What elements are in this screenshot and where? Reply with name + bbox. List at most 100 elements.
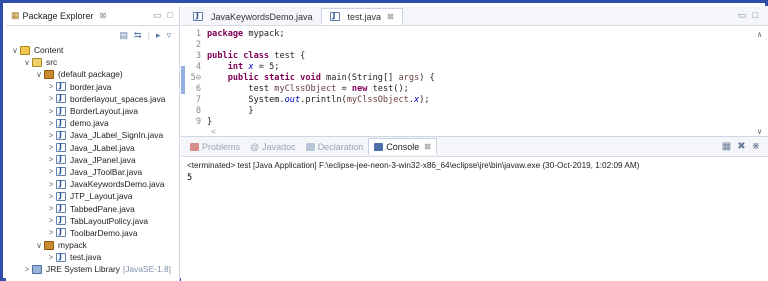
java-file-icon: [56, 215, 66, 226]
minimize-icon[interactable]: ▭: [738, 10, 747, 21]
remove-all-icon[interactable]: ⋇: [752, 141, 760, 152]
tree-item[interactable]: > demo.java: [6, 117, 179, 129]
chevron-right-icon[interactable]: >: [46, 167, 56, 176]
code-line[interactable]: 1 package mypack;: [181, 28, 285, 39]
tree-item[interactable]: > TabLayoutPolicy.java: [6, 215, 179, 227]
package-icon: [44, 240, 54, 250]
code-line[interactable]: 4 int x = 5;: [181, 61, 280, 72]
bottom-tabbar: Problems @ Javadoc Declaration Console ⊠ ▦ ✖ …: [181, 137, 768, 157]
editor-tab[interactable]: test.java ⊠: [320, 8, 403, 25]
tree-item[interactable]: > Java_JLabel.java: [6, 142, 179, 154]
java-file-icon: [56, 252, 66, 262]
code-line[interactable]: 9}: [181, 116, 212, 127]
maximize-icon[interactable]: □: [168, 10, 173, 21]
chevron-right-icon[interactable]: >: [46, 119, 56, 128]
scroll-down-icon[interactable]: ∨: [757, 127, 762, 136]
code-line[interactable]: 3 public class test {: [181, 50, 306, 61]
tree-item[interactable]: > BorderLayout.java: [6, 105, 179, 117]
package-explorer-tab[interactable]: ▦ Package Explorer ⊠: [11, 10, 106, 21]
tree-item-label: (default package): [58, 69, 123, 80]
tree-item[interactable]: > TabbedPane.java: [6, 202, 179, 214]
javadoc-tab[interactable]: @ Javadoc: [245, 138, 301, 155]
chevron-right-icon[interactable]: >: [46, 192, 56, 201]
tree-item[interactable]: > Java_JPanel.java: [6, 154, 179, 166]
close-icon[interactable]: ⊠: [424, 142, 431, 151]
tree-item[interactable]: > JRE System Library [JavaSE-1.8]: [6, 263, 179, 275]
chevron-right-icon[interactable]: >: [46, 228, 56, 237]
tree-item[interactable]: ∨ Content: [6, 44, 179, 56]
package-explorer-tabbar: ▦ Package Explorer ⊠ ▭ □: [6, 6, 179, 26]
package-explorer-toolbar: ▤ ⇆ | ▸ ▿: [6, 26, 179, 44]
remove-terminated-icon[interactable]: ✖: [737, 141, 745, 152]
tree-item-label: Java_JLabel_SignIn.java: [70, 130, 164, 141]
code-line[interactable]: 6 test myClssObject = new test();: [181, 83, 409, 94]
tree-item-label: JavaKeywordsDemo.java: [70, 179, 165, 190]
code-line[interactable]: 2: [181, 39, 207, 50]
chevron-right-icon[interactable]: >: [46, 107, 56, 116]
tree-item[interactable]: > JTP_Layout.java: [6, 190, 179, 202]
code-line[interactable]: 5⊖ public static void main(String[] args…: [181, 72, 435, 83]
java-file-icon: [56, 166, 66, 177]
console-output[interactable]: 5: [181, 170, 768, 186]
minimize-icon[interactable]: ▭: [153, 10, 162, 21]
line-number: 8: [195, 105, 201, 116]
tree-item[interactable]: ∨ (default package): [6, 68, 179, 80]
chevron-down-icon[interactable]: ∨: [34, 241, 44, 250]
chevron-right-icon[interactable]: >: [46, 180, 56, 189]
console-controls: ▦ ✖ ⋇: [722, 141, 768, 152]
tab-label: Problems: [202, 141, 241, 152]
tree-item[interactable]: > JavaKeywordsDemo.java: [6, 178, 179, 190]
close-icon[interactable]: ⊠: [100, 11, 107, 20]
console-tab[interactable]: Console ⊠: [368, 138, 437, 155]
code-editor[interactable]: ∧ ∨ < 1 package mypack; 2 3 public class tes…: [181, 26, 768, 136]
link-with-editor-icon[interactable]: ⇆: [134, 30, 142, 41]
code-line[interactable]: 8 }: [181, 105, 254, 116]
chevron-right-icon[interactable]: >: [46, 155, 56, 164]
java-file-icon: [56, 81, 66, 92]
view-menu-icon[interactable]: ▿: [166, 30, 171, 41]
tab-label: Declaration: [317, 141, 364, 152]
tree-item-label: borderlayout_spaces.java: [70, 93, 166, 104]
java-file-icon: [56, 154, 66, 165]
tree-item[interactable]: > ToolbarDemo.java: [6, 227, 179, 239]
close-icon[interactable]: ⊠: [387, 12, 394, 21]
chevron-down-icon[interactable]: ∨: [34, 70, 44, 79]
editor-tab-label: test.java: [347, 11, 382, 22]
chevron-down-icon[interactable]: ∨: [10, 46, 20, 55]
tree-item-label: demo.java: [70, 118, 109, 129]
chevron-right-icon[interactable]: >: [46, 94, 56, 103]
tree-item[interactable]: > Java_JLabel_SignIn.java: [6, 129, 179, 141]
tree-item[interactable]: > borderlayout_spaces.java: [6, 93, 179, 105]
chevron-right-icon[interactable]: >: [46, 204, 56, 213]
line-number: 9: [195, 116, 201, 127]
declaration-icon: [305, 142, 315, 151]
tree-item[interactable]: > border.java: [6, 81, 179, 93]
focus-icon[interactable]: ▸: [156, 30, 161, 41]
chevron-right-icon[interactable]: >: [46, 216, 56, 225]
terminal-icon[interactable]: ▦: [722, 141, 731, 152]
problems-tab[interactable]: Problems: [185, 138, 245, 155]
tree-item[interactable]: > test.java: [6, 251, 179, 263]
library-icon: [32, 264, 42, 274]
console-icon: [374, 142, 384, 151]
declaration-tab[interactable]: Declaration: [301, 138, 369, 155]
eclipse-window: ▦ Package Explorer ⊠ ▭ □ ▤ ⇆ | ▸ ▿ ∨ Cont…: [0, 0, 768, 281]
view-controls: ▭ □: [153, 10, 179, 21]
chevron-right-icon[interactable]: >: [46, 253, 56, 262]
tree-item[interactable]: > Java_JToolBar.java: [6, 166, 179, 178]
code-line[interactable]: 7 System.out.println(myClssObject.x);: [181, 94, 430, 105]
tree-item[interactable]: ∨ mypack: [6, 239, 179, 251]
collapse-all-icon[interactable]: ▤: [120, 30, 129, 41]
chevron-right-icon[interactable]: >: [46, 143, 56, 152]
chevron-down-icon[interactable]: ∨: [22, 58, 32, 67]
editor-tab[interactable]: JavaKeywordsDemo.java: [185, 8, 321, 25]
tree-item[interactable]: ∨ src: [6, 56, 179, 68]
scroll-up-icon[interactable]: ∧: [757, 30, 762, 39]
scroll-left-icon[interactable]: <: [211, 127, 216, 136]
tree-item-label: Java_JToolBar.java: [70, 166, 143, 177]
chevron-right-icon[interactable]: >: [46, 82, 56, 91]
chevron-right-icon[interactable]: >: [22, 265, 32, 274]
maximize-icon[interactable]: □: [753, 10, 758, 21]
terminated-status: <terminated> test [Java Application] F:\…: [187, 161, 640, 170]
chevron-right-icon[interactable]: >: [46, 131, 56, 140]
